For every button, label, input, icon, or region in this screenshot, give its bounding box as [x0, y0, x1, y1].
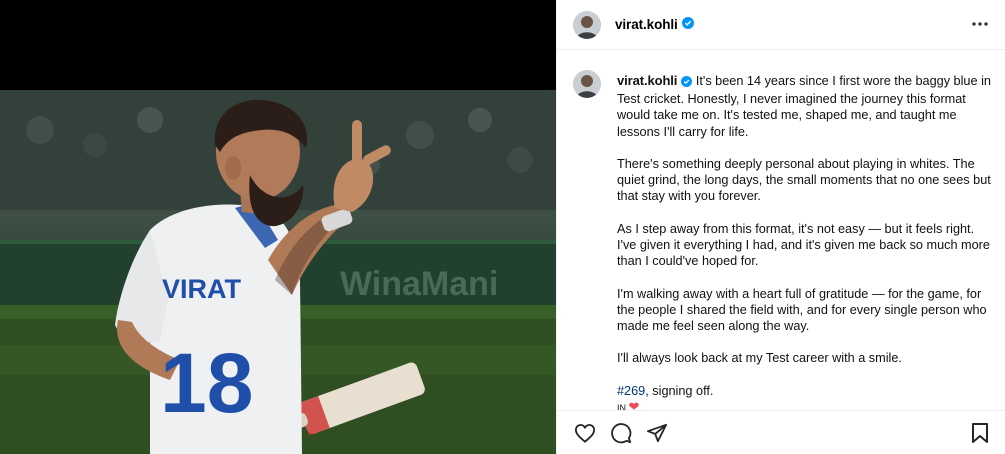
caption-signoff-text: , signing off. [645, 383, 714, 398]
caption-paragraph-4: I'm walking away with a heart full of gr… [617, 286, 987, 333]
caption-paragraph: virat.kohli It's been 14 years since I f… [617, 73, 992, 140]
caption-paragraph-3: As I step away from this format, it's no… [617, 221, 990, 269]
heart-emoji-icon: ❤ [628, 398, 640, 410]
avatar[interactable] [573, 10, 601, 39]
post-photo[interactable]: WinaMani VIRAT 18 [0, 90, 556, 454]
caption-row: virat.kohli It's been 14 years since I f… [573, 70, 992, 410]
post-header: virat.kohli [557, 0, 1005, 50]
caption-avatar[interactable] [573, 70, 601, 98]
verified-badge-icon [681, 16, 694, 34]
jersey-number: 18 [160, 336, 253, 430]
svg-text:WinaMani: WinaMani [340, 265, 498, 303]
caption-signoff: IN ❤ [617, 398, 992, 410]
hashtag-link[interactable]: #269 [617, 384, 645, 398]
share-icon[interactable] [645, 421, 669, 445]
bookmark-icon[interactable] [968, 421, 992, 445]
heart-icon[interactable] [573, 421, 597, 445]
caption-paragraph-5: I'll always look back at my Test career … [617, 351, 902, 366]
caption-paragraph-6: #269, signing off. [617, 383, 992, 399]
caption-paragraph-2: There's something deeply personal about … [617, 157, 991, 204]
caption-scroll-area[interactable]: virat.kohli It's been 14 years since I f… [557, 51, 1005, 410]
username[interactable]: virat.kohli [615, 17, 678, 32]
signoff-prefix: IN [617, 402, 626, 410]
more-options-icon[interactable] [970, 14, 990, 34]
caption-text: virat.kohli It's been 14 years since I f… [617, 73, 992, 410]
post-details-pane: virat.kohli virat.kohli It's been 14 yea… [556, 0, 1005, 454]
post-actions-bar [557, 410, 1005, 454]
jersey-name: VIRAT [162, 274, 242, 304]
caption-username[interactable]: virat.kohli [617, 73, 677, 88]
verified-badge-icon [681, 75, 693, 91]
post-media-pane: WinaMani VIRAT 18 [0, 0, 556, 454]
comment-icon[interactable] [609, 421, 633, 445]
